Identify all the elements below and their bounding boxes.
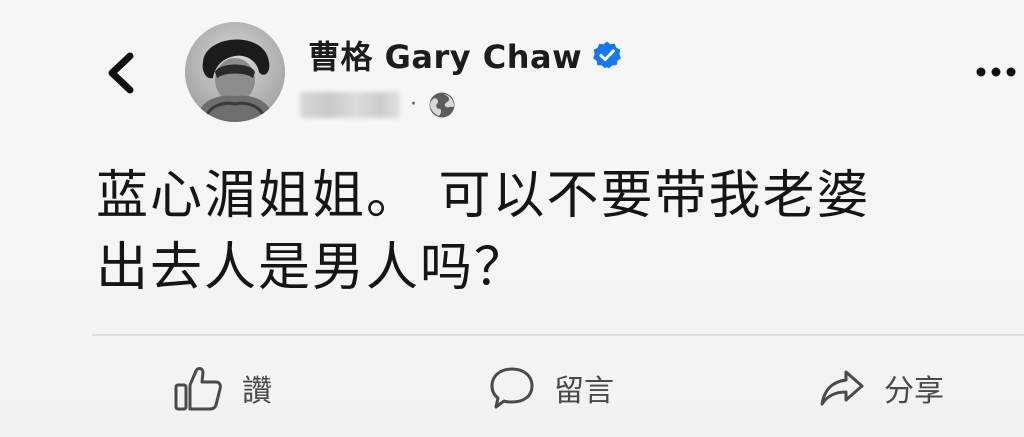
more-dots-icon: [976, 67, 1016, 77]
comment-bubble-icon: [490, 367, 534, 409]
chevron-left-icon: [108, 52, 134, 94]
back-button[interactable]: [100, 48, 144, 98]
share-arrow-icon: [820, 370, 864, 406]
post-text-line-1: 蓝心湄姐姐。 可以不要带我老婆: [96, 166, 871, 226]
globe-icon: [429, 92, 455, 118]
post-text: 蓝心湄姐姐。 可以不要带我老婆 出去人是男人吗？: [96, 160, 996, 304]
comment-button[interactable]: 留言: [488, 358, 614, 418]
thumbs-up-icon: [174, 367, 222, 411]
share-label: 分享: [884, 374, 944, 409]
redacted-timestamp: [300, 92, 400, 118]
share-button[interactable]: 分享: [818, 358, 944, 418]
meta-separator: ·: [410, 92, 417, 117]
action-bar: 讚 留言 分享: [0, 350, 1024, 430]
divider: [92, 334, 1024, 336]
like-button[interactable]: 讚: [172, 358, 272, 418]
more-options-button[interactable]: [972, 60, 1020, 84]
post-meta: ·: [300, 86, 457, 124]
author-row: 曹格 Gary Chaw: [308, 30, 622, 80]
like-label: 讚: [242, 374, 272, 409]
verified-badge-icon: [593, 41, 622, 69]
post-text-line-2: 出去人是男人吗？: [96, 238, 529, 298]
avatar[interactable]: [185, 22, 285, 122]
post-page: 曹格 Gary Chaw · 蓝心湄姐姐。 可以不要带我老婆 出去人是男人吗？: [0, 0, 1024, 437]
comment-label: 留言: [554, 374, 614, 409]
avatar-photo: [185, 22, 285, 122]
author-name[interactable]: 曹格 Gary Chaw: [308, 32, 582, 78]
